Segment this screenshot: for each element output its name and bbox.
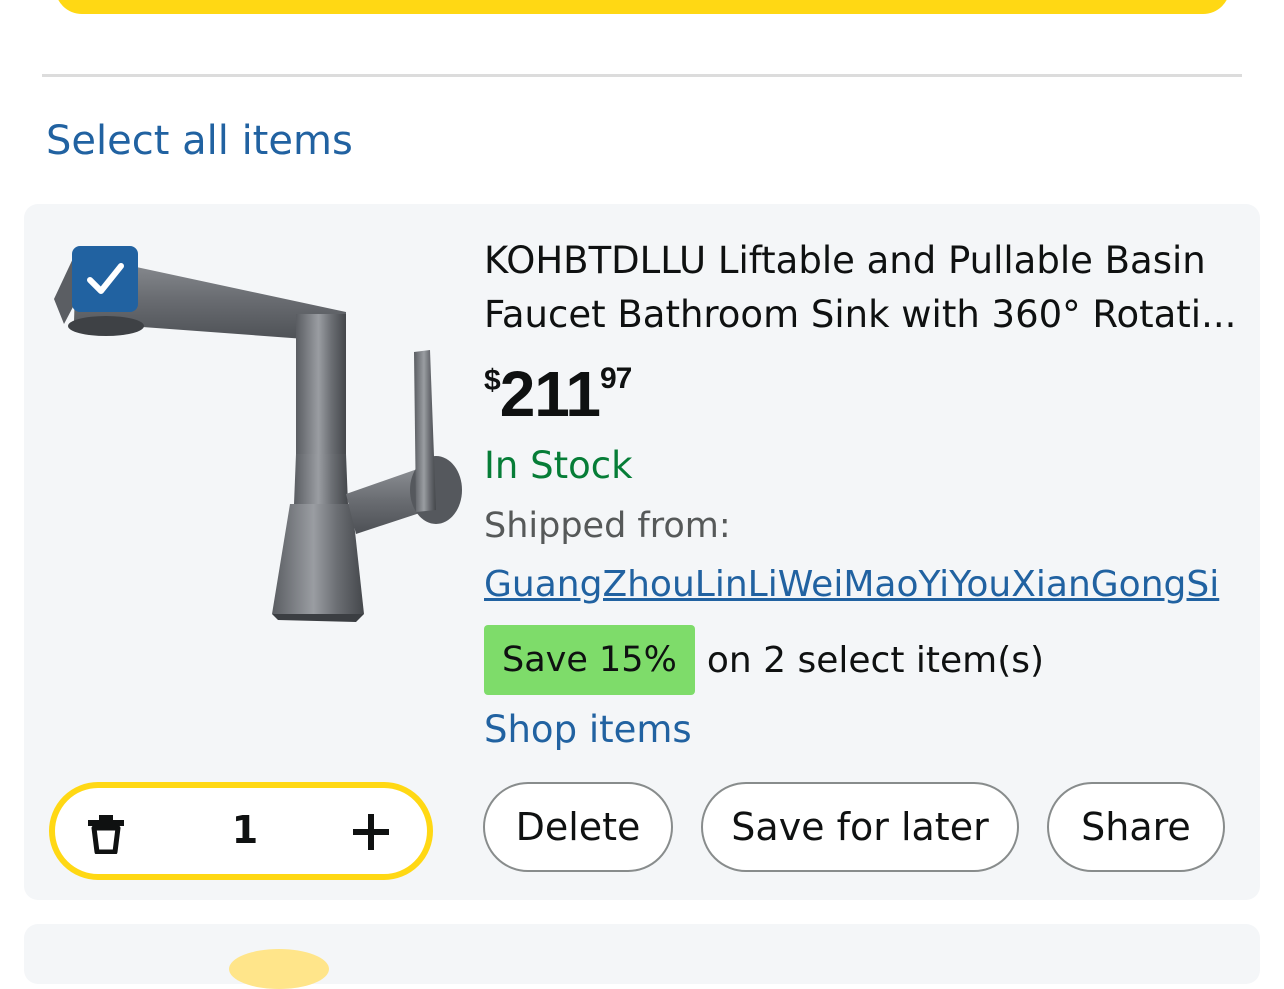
divider bbox=[42, 74, 1242, 77]
item-checkbox[interactable] bbox=[72, 246, 138, 312]
stock-status: In Stock bbox=[484, 444, 633, 487]
trash-icon[interactable] bbox=[85, 812, 127, 854]
shop-items-link[interactable]: Shop items bbox=[484, 708, 692, 751]
next-cart-item-card bbox=[24, 924, 1260, 989]
promo-row: Save 15% on 2 select item(s) bbox=[484, 625, 1044, 695]
checkmark-icon bbox=[87, 263, 124, 294]
save-for-later-button[interactable]: Save for later bbox=[701, 782, 1019, 872]
proceed-to-checkout-button[interactable] bbox=[55, 0, 1230, 14]
save-badge: Save 15% bbox=[484, 625, 695, 695]
quantity-stepper: 1 bbox=[49, 782, 433, 880]
cart-item-card: KOHBTDLLU Liftable and Pullable Basin Fa… bbox=[24, 204, 1260, 900]
seller-link[interactable]: GuangZhouLinLiWeiMaoYiYouXianGongSi bbox=[484, 564, 1219, 605]
price-symbol: $ bbox=[484, 364, 501, 397]
product-title[interactable]: KOHBTDLLU Liftable and Pullable Basin Fa… bbox=[484, 234, 1244, 342]
product-price: $21197 bbox=[484, 354, 632, 434]
shipped-from-label: Shipped from: bbox=[484, 506, 731, 546]
quantity-value: 1 bbox=[231, 808, 259, 852]
price-fraction: 97 bbox=[599, 362, 632, 395]
delete-button[interactable]: Delete bbox=[483, 782, 673, 872]
promo-text: on 2 select item(s) bbox=[706, 639, 1045, 681]
price-whole: 211 bbox=[499, 358, 601, 430]
plus-icon[interactable] bbox=[351, 812, 391, 852]
select-all-items-link[interactable]: Select all items bbox=[46, 118, 353, 164]
share-button[interactable]: Share bbox=[1047, 782, 1225, 872]
next-product-image bbox=[229, 949, 329, 989]
